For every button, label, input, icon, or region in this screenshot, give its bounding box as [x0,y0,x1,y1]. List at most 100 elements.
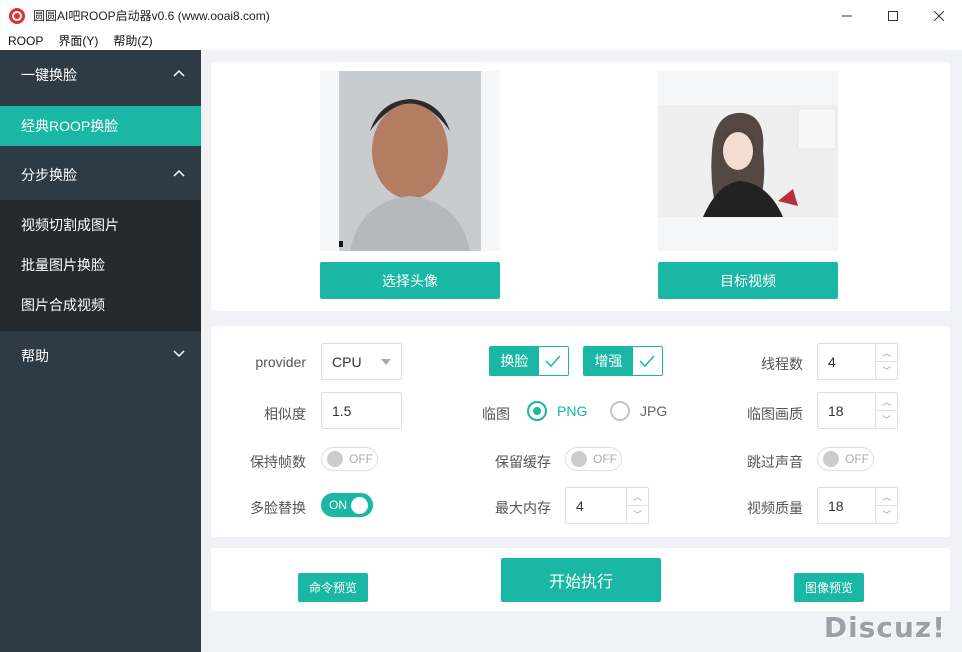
radio-circle [527,401,547,421]
temp-quality-value: 18 [828,402,844,419]
target-video-button[interactable]: 目标视频 [658,262,838,299]
sidebar-item-batch-swap[interactable]: 批量图片换脸 [0,245,201,285]
spin-up-icon[interactable]: ︿ [876,488,897,506]
start-button[interactable]: 开始执行 [501,558,661,602]
actions-card: 命令预览 开始执行 图像预览 [211,548,950,611]
chevron-up-icon [173,69,185,77]
image-preview-button[interactable]: 图像预览 [794,573,864,602]
menu-view[interactable]: 界面(Y) [50,32,105,49]
spin-buttons: ︿ ﹀ [626,488,648,523]
close-icon[interactable] [916,0,962,31]
enhance-checkbox[interactable]: 增强 [583,346,663,376]
temp-quality-stepper[interactable]: 18 ︿ ﹀ [817,392,898,429]
toggle-state: OFF [845,452,869,466]
radio-circle [610,401,630,421]
multi-face-label: 多脸替换 [250,500,306,516]
multi-face-toggle[interactable]: ON [321,493,373,517]
skip-audio-toggle[interactable]: OFF [817,447,874,471]
main-panel: 选择头像 目标视频 provider CPU 换脸 增强 线程数 4 ︿ ﹀ 相… [201,50,962,652]
source-face-preview[interactable] [320,71,500,251]
spin-up-icon[interactable]: ︿ [627,488,648,506]
image-card: 选择头像 目标视频 [211,62,950,311]
menu-roop[interactable]: ROOP [0,34,50,48]
sidebar-submenu: 视频切割成图片 批量图片换脸 图片合成视频 [0,200,201,331]
target-image [658,105,838,217]
png-label: PNG [557,403,588,419]
similarity-label: 相似度 [264,406,306,422]
jpg-radio[interactable]: JPG [610,401,667,421]
toggle-knob [351,496,368,514]
face-swap-checkbox[interactable]: 换脸 [489,346,569,376]
sidebar-item-merge-video[interactable]: 图片合成视频 [0,285,201,325]
menu-bar: ROOP 界面(Y) 帮助(Z) [0,31,962,50]
sidebar-item-classic-roop[interactable]: 经典ROOP换脸 [0,106,201,146]
provider-label: provider [255,354,306,370]
toggle-knob [823,451,839,467]
spin-up-icon[interactable]: ︿ [876,393,897,411]
toggle-state: OFF [349,452,373,466]
provider-select[interactable]: CPU [321,343,402,380]
spin-up-icon[interactable]: ︿ [876,344,897,362]
keep-fps-label: 保持帧数 [250,454,306,470]
similarity-input[interactable]: 1.5 [321,392,402,429]
menu-help[interactable]: 帮助(Z) [105,32,159,49]
select-avatar-button[interactable]: 选择头像 [320,262,500,299]
face-swap-label: 换脸 [490,347,539,375]
spin-down-icon[interactable]: ﹀ [876,411,897,428]
jpg-label: JPG [640,403,668,419]
provider-value: CPU [332,353,362,370]
enhance-label: 增强 [584,347,633,375]
threads-stepper[interactable]: 4 ︿ ﹀ [817,343,898,380]
sidebar-group-label: 一键换脸 [21,67,77,83]
spin-buttons: ︿ ﹀ [875,488,897,523]
skip-audio-label: 跳过声音 [747,454,803,470]
temp-quality-label: 临图画质 [747,406,803,422]
spin-buttons: ︿ ﹀ [875,393,897,428]
similarity-value: 1.5 [332,402,352,419]
toggle-state: OFF [593,452,617,466]
keep-cache-toggle[interactable]: OFF [565,447,622,471]
command-preview-button[interactable]: 命令预览 [298,573,368,602]
temp-image-label: 临图 [482,406,510,422]
caret-down-icon [381,359,391,365]
spin-down-icon[interactable]: ﹀ [876,362,897,379]
sidebar-group-one-click[interactable]: 一键换脸 [0,50,201,100]
toggle-knob [571,451,587,467]
png-radio[interactable]: PNG [527,401,587,421]
sidebar-group-label: 帮助 [21,348,49,364]
video-quality-label: 视频质量 [747,500,803,516]
window-controls [824,0,962,31]
max-memory-value: 4 [576,497,584,514]
spin-buttons: ︿ ﹀ [875,344,897,379]
toggle-knob [327,451,343,467]
minimize-icon[interactable] [824,0,870,31]
threads-value: 4 [828,353,836,370]
app-logo-icon [9,7,25,24]
threads-label: 线程数 [761,356,803,372]
spin-down-icon[interactable]: ﹀ [627,506,648,523]
chevron-up-icon [173,169,185,177]
keep-fps-toggle[interactable]: OFF [321,447,378,471]
settings-card: provider CPU 换脸 增强 线程数 4 ︿ ﹀ 相似度 1.5 临图 … [211,326,950,537]
keep-cache-label: 保留缓存 [495,454,551,470]
watermark: Discuz! [823,611,946,644]
target-video-preview[interactable] [658,71,838,251]
sidebar-group-help[interactable]: 帮助 [0,331,201,381]
window-title: 圆圆AI吧ROOP启动器v0.6 (www.ooai8.com) [33,9,270,23]
spin-down-icon[interactable]: ﹀ [876,506,897,523]
sidebar-group-step[interactable]: 分步换脸 [0,150,201,200]
max-memory-label: 最大内存 [495,500,551,516]
sidebar-item-video-split[interactable]: 视频切割成图片 [0,205,201,245]
video-quality-value: 18 [828,497,844,514]
maximize-icon[interactable] [870,0,916,31]
check-icon [538,347,568,375]
toggle-state: ON [329,498,347,512]
title-bar: 圆圆AI吧ROOP启动器v0.6 (www.ooai8.com) [0,0,962,31]
check-icon [632,347,662,375]
video-quality-stepper[interactable]: 18 ︿ ﹀ [817,487,898,524]
sidebar: 一键换脸 经典ROOP换脸 分步换脸 视频切割成图片 批量图片换脸 图片合成视频… [0,50,201,652]
max-memory-stepper[interactable]: 4 ︿ ﹀ [565,487,649,524]
portrait-image [339,71,481,251]
chevron-down-icon [173,350,185,358]
sidebar-group-label: 分步换脸 [21,167,77,183]
